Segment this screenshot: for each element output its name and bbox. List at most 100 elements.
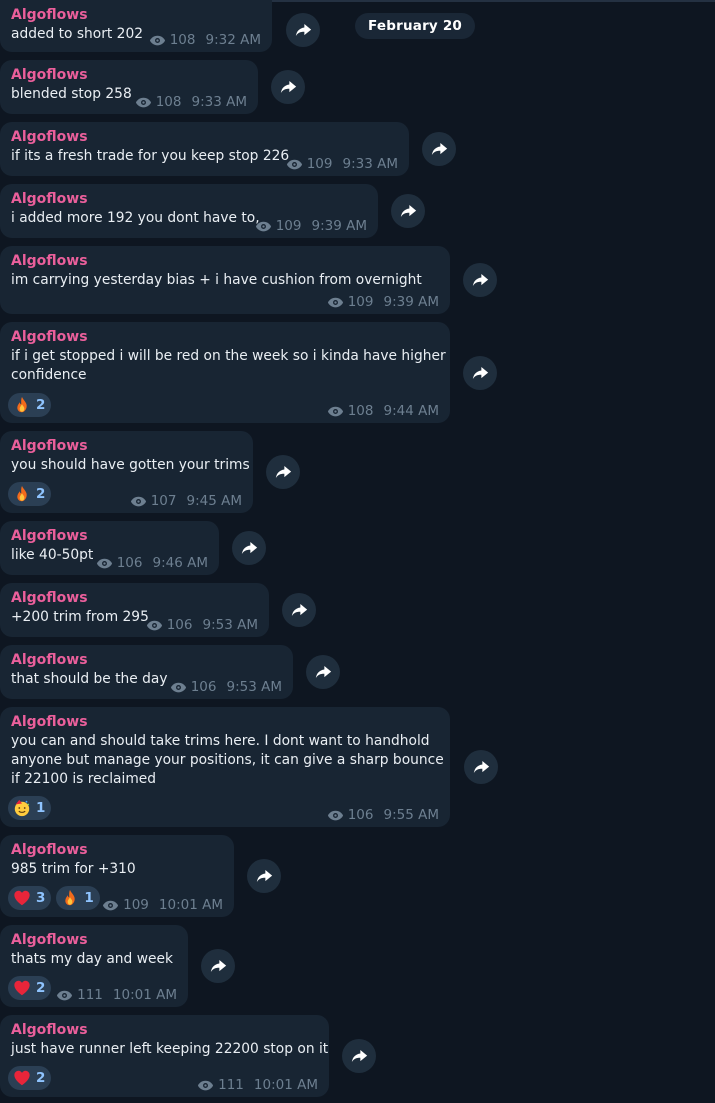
views-eye-icon: [197, 1080, 214, 1091]
forward-arrow-icon: [275, 465, 292, 479]
message-text-line: i added more 192 you dont have to,: [11, 210, 260, 226]
forward-button[interactable]: [463, 355, 497, 390]
message-bubble[interactable]: Algoflows you can and should take trims h…: [0, 707, 450, 827]
message-sender[interactable]: Algoflows: [11, 328, 88, 347]
message-sender[interactable]: Algoflows: [11, 589, 88, 608]
forward-arrow-icon: [472, 366, 489, 380]
message-text: if i get stopped i will be red on the we…: [11, 347, 446, 385]
views-eye-icon: [327, 297, 344, 308]
forward-button[interactable]: [247, 859, 281, 893]
forward-button[interactable]: [201, 949, 235, 983]
message-text: im carrying yesterday bias + i have cush…: [11, 271, 422, 290]
message-sender[interactable]: Algoflows: [11, 252, 88, 271]
message-text: you can and should take trims here. I do…: [11, 732, 444, 789]
forward-button[interactable]: [464, 750, 498, 784]
message-text: added to short 202: [11, 25, 143, 44]
message-text: you should have gotten your trims: [11, 456, 250, 475]
message-text-line: thats my day and week: [11, 951, 173, 967]
forward-arrow-icon: [280, 80, 297, 94]
forward-button[interactable]: [306, 655, 340, 689]
message-bubble[interactable]: Algoflows added to short 202 108 9:32 AM: [0, 0, 272, 52]
view-count: 111: [218, 1077, 244, 1093]
message-text-line: +200 trim from 295: [11, 609, 149, 625]
message-meta: 109 10:01 AM: [102, 896, 223, 914]
message-bubble[interactable]: Algoflows i added more 192 you dont have …: [0, 184, 378, 238]
forward-arrow-icon: [315, 665, 332, 679]
forward-arrow-icon: [472, 273, 489, 287]
message-sender[interactable]: Algoflows: [11, 6, 88, 25]
forward-arrow-icon: [291, 603, 308, 617]
forward-arrow-icon: [473, 760, 490, 774]
forward-button[interactable]: [342, 1039, 376, 1073]
message-bubble[interactable]: Algoflows like 40-50pt 106 9:46 AM: [0, 521, 219, 575]
forward-button[interactable]: [266, 455, 300, 489]
message-bubble[interactable]: Algoflows just have runner left keeping 2…: [0, 1015, 329, 1097]
fire-emoji-icon: [13, 485, 31, 503]
reaction-party-face[interactable]: 1: [8, 796, 52, 820]
message-sender[interactable]: Algoflows: [11, 713, 88, 732]
reactions-row: 1: [8, 796, 52, 820]
message-meta: 106 9:53 AM: [146, 616, 258, 634]
forward-button[interactable]: [286, 13, 320, 47]
message-meta: 109 9:39 AM: [255, 217, 367, 235]
message-bubble[interactable]: Algoflows that should be the day 106 9:53 A…: [0, 645, 293, 699]
message-bubble[interactable]: Algoflows im carrying yesterday bias + i …: [0, 246, 450, 314]
views-eye-icon: [255, 221, 272, 232]
message-sender[interactable]: Algoflows: [11, 1021, 88, 1040]
message-sender[interactable]: Algoflows: [11, 66, 88, 85]
reaction-fire[interactable]: 1: [56, 886, 100, 910]
message-bubble[interactable]: Algoflows if i get stopped i will be red …: [0, 322, 450, 423]
forward-button[interactable]: [232, 531, 266, 565]
forward-arrow-icon: [431, 142, 448, 156]
message-sender[interactable]: Algoflows: [11, 128, 88, 147]
message-sender[interactable]: Algoflows: [11, 527, 88, 546]
reaction-count: 2: [36, 980, 46, 996]
party-face-emoji-icon: [13, 799, 31, 817]
view-count: 109: [347, 294, 374, 310]
message-sender[interactable]: Algoflows: [11, 190, 88, 209]
message-text: if its a fresh trade for you keep stop 2…: [11, 147, 289, 166]
message-sender[interactable]: Algoflows: [11, 931, 88, 950]
message-bubble[interactable]: Algoflows 985 trim for +310 3 1 109 10:01 AM: [0, 835, 234, 917]
message-sender[interactable]: Algoflows: [11, 437, 88, 456]
reaction-heart[interactable]: 2: [8, 976, 52, 1000]
message-sender[interactable]: Algoflows: [11, 651, 88, 670]
views-eye-icon: [130, 496, 147, 507]
message-text-line: blended stop 258: [11, 86, 132, 102]
forward-button[interactable]: [463, 263, 497, 297]
message-text-line: you should have gotten your trims: [11, 457, 250, 473]
reaction-fire[interactable]: 2: [8, 482, 52, 506]
view-count: 109: [123, 897, 149, 913]
message-bubble[interactable]: Algoflows blended stop 258 108 9:33 AM: [0, 60, 258, 114]
forward-button[interactable]: [282, 593, 316, 627]
forward-button[interactable]: [422, 132, 456, 166]
message-text: 985 trim for +310: [11, 860, 136, 879]
message-time: 9:55 AM: [383, 807, 440, 823]
message-text-line: if i get stopped i will be red on the we…: [11, 348, 446, 364]
message-meta: 106 9:46 AM: [96, 554, 208, 572]
reaction-count: 2: [36, 486, 46, 502]
message-text-line: like 40-50pt: [11, 547, 94, 563]
forward-arrow-icon: [241, 541, 258, 555]
message-sender[interactable]: Algoflows: [11, 841, 88, 860]
message-text: thats my day and week: [11, 950, 173, 969]
forward-button[interactable]: [391, 194, 425, 228]
message-bubble[interactable]: Algoflows if its a fresh trade for you ke…: [0, 122, 409, 176]
view-count: 106: [190, 679, 217, 695]
reactions-row: 2: [8, 1066, 52, 1090]
reactions-row: 2: [8, 482, 52, 506]
reaction-count: 1: [36, 800, 46, 816]
message-bubble[interactable]: Algoflows thats my day and week 2 111 10:01 …: [0, 925, 188, 1007]
message-meta: 111 10:01 AM: [56, 986, 177, 1004]
reaction-heart[interactable]: 2: [8, 1066, 52, 1090]
message-bubble[interactable]: Algoflows you should have gotten your tri…: [0, 431, 253, 513]
message-text: that should be the day: [11, 670, 168, 689]
message-time: 10:01 AM: [158, 897, 223, 913]
message-bubble[interactable]: Algoflows +200 trim from 295 106 9:53 AM: [0, 583, 269, 637]
reaction-fire[interactable]: 2: [8, 393, 52, 417]
forward-arrow-icon: [256, 869, 273, 883]
date-separator: February 20: [355, 13, 476, 39]
message-time: 9:53 AM: [202, 617, 259, 633]
forward-button[interactable]: [271, 70, 305, 104]
reaction-heart[interactable]: 3: [8, 886, 52, 910]
